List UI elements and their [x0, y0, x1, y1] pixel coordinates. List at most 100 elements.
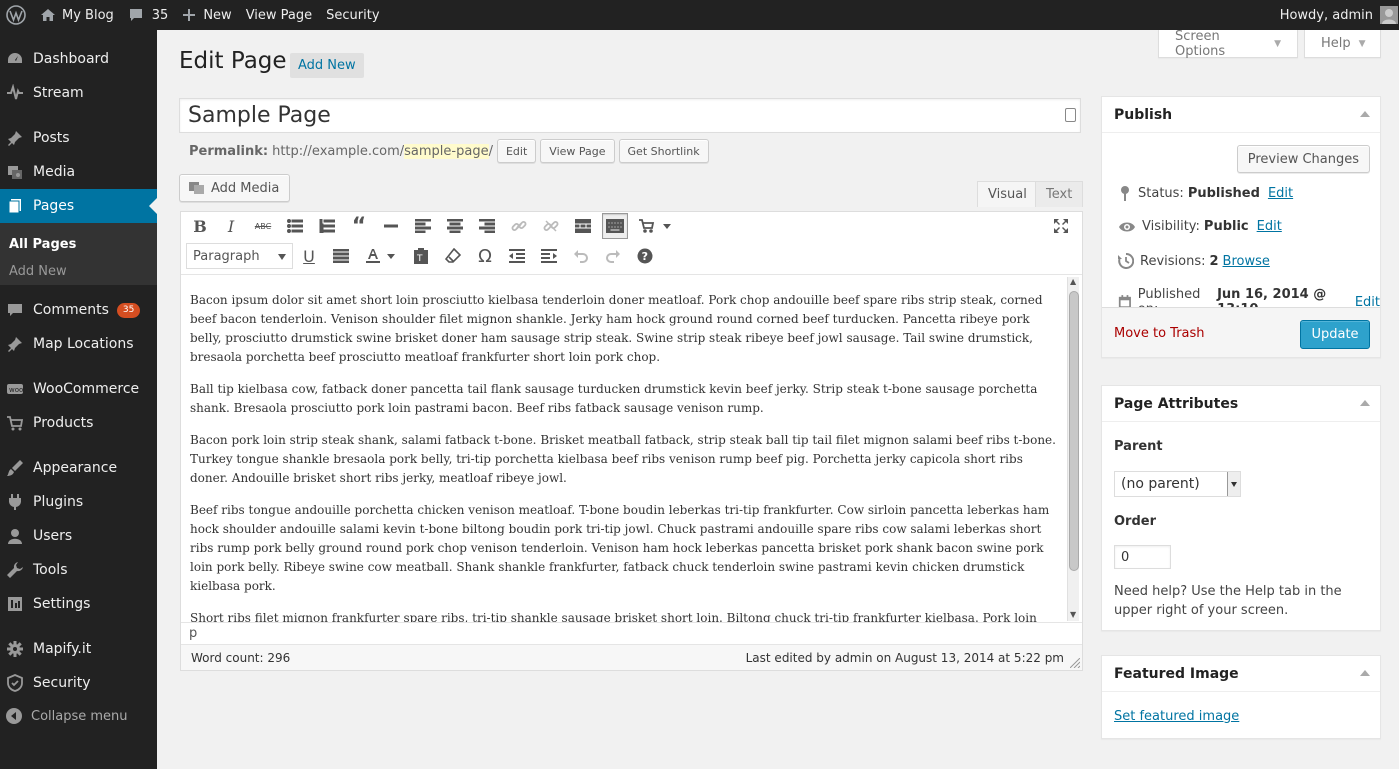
parent-select[interactable]: (no parent)	[1114, 471, 1241, 497]
sidebar-item-users[interactable]: Users	[0, 519, 157, 553]
bullet-list-button[interactable]	[282, 213, 308, 239]
outdent-button[interactable]	[504, 243, 530, 269]
align-left-button[interactable]	[410, 213, 436, 239]
content-paragraph: Bacon pork loin strip steak shank, salam…	[190, 433, 1056, 485]
redo-button[interactable]	[600, 243, 626, 269]
tab-visual[interactable]: Visual	[977, 181, 1038, 207]
get-shortlink-button[interactable]: Get Shortlink	[618, 139, 709, 163]
add-new-button[interactable]: Add New	[290, 53, 364, 78]
bold-button[interactable]: B	[187, 213, 213, 239]
browse-revisions-link[interactable]: Browse	[1223, 254, 1270, 269]
undo-button[interactable]	[568, 243, 594, 269]
sidebar-item-appearance[interactable]: Appearance	[0, 451, 157, 485]
special-character-button[interactable]: Ω	[472, 243, 498, 269]
blockquote-button[interactable]: “	[346, 213, 372, 239]
keyboard-icon[interactable]	[1065, 108, 1076, 122]
strikethrough-button[interactable]: ABC	[250, 213, 276, 239]
align-right-button[interactable]	[474, 213, 500, 239]
sidebar-item-products[interactable]: Products	[0, 406, 157, 440]
sidebar-item-pages[interactable]: Pages	[0, 189, 157, 223]
set-featured-image-link[interactable]: Set featured image	[1114, 709, 1239, 724]
order-input[interactable]: 0	[1114, 545, 1171, 569]
pin-icon	[5, 334, 25, 354]
edit-permalink-button[interactable]: Edit	[496, 139, 537, 163]
adminbar-comments[interactable]: 35	[121, 0, 176, 30]
sidebar-item-tools[interactable]: Tools	[0, 553, 157, 587]
tab-text[interactable]: Text	[1035, 181, 1084, 207]
toolbar-toggle-button[interactable]	[602, 213, 628, 239]
align-center-button[interactable]	[442, 213, 468, 239]
collapse-toggle-icon[interactable]	[1360, 670, 1370, 676]
insert-more-button[interactable]	[570, 213, 596, 239]
paste-as-text-button[interactable]: T	[408, 243, 434, 269]
submenu-add-new[interactable]: Add New	[9, 264, 67, 279]
publish-box: Publish Preview Changes Status: Published…	[1101, 96, 1381, 358]
sidebar-item-plugins[interactable]: Plugins	[0, 485, 157, 519]
publish-box-header[interactable]: Publish	[1102, 97, 1380, 133]
wordpress-logo-icon[interactable]	[0, 0, 33, 30]
adminbar-new[interactable]: New	[175, 0, 238, 30]
woocommerce-shortcode-button[interactable]	[634, 213, 676, 239]
stream-icon	[5, 83, 25, 103]
view-page-button[interactable]: View Page	[540, 139, 615, 163]
indent-button[interactable]	[536, 243, 562, 269]
update-button[interactable]: Update	[1300, 320, 1370, 349]
text-color-icon	[366, 249, 380, 263]
media-icon	[5, 162, 25, 182]
collapse-toggle-icon[interactable]	[1360, 400, 1370, 406]
justify-button[interactable]	[328, 243, 354, 269]
adminbar-security[interactable]: Security	[319, 0, 386, 30]
help-button[interactable]: Help ▼	[1304, 30, 1381, 58]
underline-button[interactable]: U	[296, 243, 322, 269]
sidebar-item-comments[interactable]: Comments 35	[0, 293, 157, 327]
clear-formatting-button[interactable]	[440, 243, 466, 269]
editor-content[interactable]: Bacon ipsum dolor sit amet short loin pr…	[181, 274, 1082, 622]
sidebar-item-woocommerce[interactable]: woo WooCommerce	[0, 372, 157, 406]
add-media-button[interactable]: Add Media	[179, 174, 291, 202]
publish-box-title: Publish	[1114, 106, 1173, 123]
adminbar-account[interactable]: Howdy, admin	[1273, 0, 1399, 30]
insert-link-button[interactable]	[506, 213, 532, 239]
sidebar-item-map-locations[interactable]: Map Locations	[0, 327, 157, 361]
collapse-menu[interactable]: Collapse menu	[5, 707, 128, 725]
adminbar-view-page[interactable]: View Page	[239, 0, 319, 30]
post-title-input[interactable]: Sample Page	[179, 98, 1081, 133]
adminbar-site[interactable]: My Blog	[33, 0, 121, 30]
permalink-slug[interactable]: sample-page	[404, 143, 489, 159]
collapse-toggle-icon[interactable]	[1360, 111, 1370, 117]
edit-visibility-link[interactable]: Edit	[1257, 219, 1282, 234]
remove-link-button[interactable]	[538, 213, 564, 239]
submenu-all-pages[interactable]: All Pages	[9, 237, 76, 252]
element-path-p[interactable]: p	[189, 626, 197, 641]
horizontal-line-button[interactable]	[378, 213, 404, 239]
sidebar-item-mapify[interactable]: Mapify.it	[0, 632, 157, 666]
sidebar-item-stream[interactable]: Stream	[0, 76, 157, 110]
fullscreen-button[interactable]	[1048, 213, 1074, 239]
move-to-trash-link[interactable]: Move to Trash	[1114, 326, 1205, 341]
scroll-down-icon[interactable]: ▼	[1070, 610, 1076, 619]
text-color-button[interactable]	[360, 243, 400, 269]
numbered-list-button[interactable]	[314, 213, 340, 239]
featured-image-header[interactable]: Featured Image	[1102, 656, 1380, 692]
italic-button[interactable]: I	[218, 213, 244, 239]
collapse-label: Collapse menu	[31, 708, 128, 724]
word-count: Word count: 296	[191, 650, 291, 665]
undo-icon	[574, 250, 588, 263]
scroll-up-icon[interactable]: ▲	[1070, 277, 1076, 286]
editor-scrollbar[interactable]: ▲ ▼	[1067, 277, 1079, 621]
screen-options-button[interactable]: Screen Options ▼	[1158, 29, 1298, 59]
preview-changes-button[interactable]: Preview Changes	[1236, 145, 1370, 173]
collapse-icon	[6, 708, 22, 724]
sidebar-item-media[interactable]: Media	[0, 155, 157, 189]
edit-status-link[interactable]: Edit	[1268, 186, 1293, 201]
format-select[interactable]: Paragraph	[186, 243, 293, 269]
sidebar-item-security[interactable]: Security	[0, 666, 157, 700]
sidebar-item-posts[interactable]: Posts	[0, 121, 157, 155]
resize-handle-icon[interactable]	[1070, 658, 1080, 668]
sidebar-item-label: Pages	[33, 198, 75, 214]
sidebar-item-settings[interactable]: Settings	[0, 587, 157, 621]
scrollbar-thumb[interactable]	[1069, 291, 1079, 571]
sidebar-item-dashboard[interactable]: Dashboard	[0, 42, 157, 76]
page-attributes-header[interactable]: Page Attributes	[1102, 386, 1380, 422]
keyboard-shortcuts-button[interactable]: ?	[632, 243, 658, 269]
